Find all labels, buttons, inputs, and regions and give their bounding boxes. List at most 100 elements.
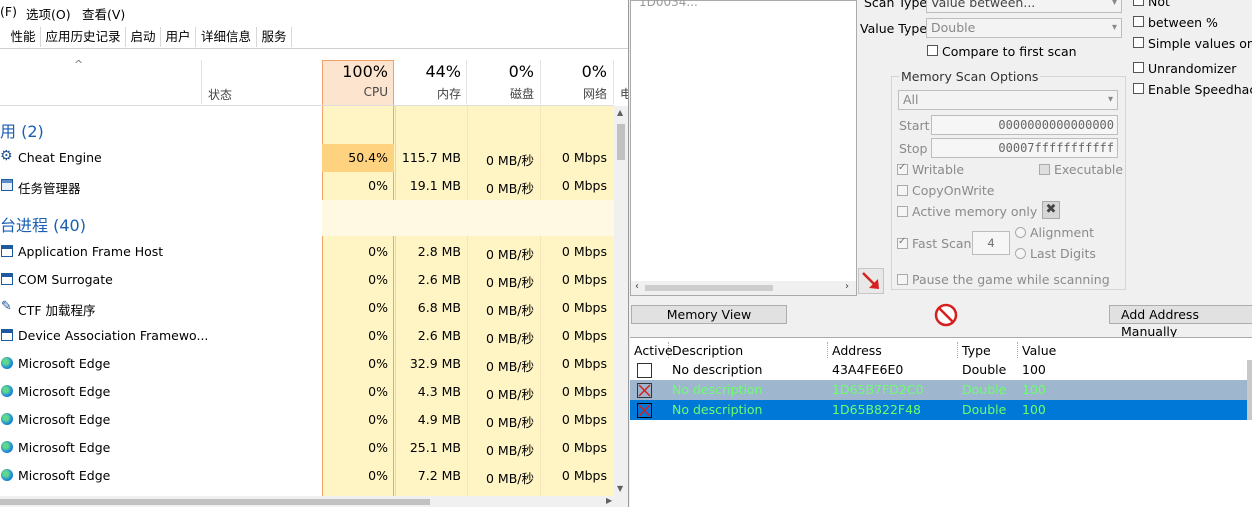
edge-icon [1,385,13,397]
tab-app-history[interactable]: 应用历史记录 [41,27,126,47]
table-row[interactable]: Device Association Framewo... 0% 2.6 MB … [0,322,614,350]
active-checkbox[interactable] [637,363,652,378]
table-row[interactable]: Microsoft Edge 0% 32.9 MB 0 MB/秒 0 Mbps [0,350,614,378]
frozen-x-icon [638,404,651,417]
menu-options[interactable]: 选项(O) [26,4,71,23]
sort-arrow-icon[interactable]: ^ [74,58,83,71]
fast-scan-checkbox[interactable] [897,236,908,249]
taskmgr-icon [1,179,13,191]
scan-type-select[interactable]: Value between... ▾ [926,0,1122,13]
table-row[interactable]: Application Frame Host 0% 2.8 MB 0 MB/秒 … [0,238,614,266]
tab-performance[interactable]: 性能 [6,27,41,47]
col-disk-pct[interactable]: 0% [468,62,534,81]
scroll-thumb[interactable] [617,124,625,160]
active-checkbox[interactable] [637,383,652,398]
alignment-radio[interactable] [1015,227,1026,238]
table-row[interactable]: No description 1D65B7FD2C0 Double 100 [630,380,1248,400]
table-row[interactable]: ⚙ Cheat Engine 50.4% 115.7 MB 0 MB/秒 0 M… [0,144,614,172]
tab-services[interactable]: 服务 [257,27,292,47]
table-row[interactable]: COM Surrogate 0% 2.6 MB 0 MB/秒 0 Mbps [0,266,614,294]
active-checkbox[interactable] [637,403,652,418]
menu-file[interactable]: (F) [0,4,17,19]
table-row[interactable]: Microsoft Edge 0% 4.9 MB 0 MB/秒 0 Mbps [0,406,614,434]
chevron-down-icon: ▾ [1111,22,1117,33]
writable-checkbox[interactable] [897,162,908,175]
table-row[interactable]: ✎ CTF 加载程序 0% 6.8 MB 0 MB/秒 0 Mbps [0,294,614,322]
table-row[interactable]: Microsoft Edge 0% 25.1 MB 0 MB/秒 0 Mbps [0,434,614,462]
col-address[interactable]: Address [832,343,882,358]
col-disk-label[interactable]: 磁盘 [468,85,534,102]
col-active[interactable]: Active [634,343,673,358]
pause-game-checkbox[interactable] [897,274,908,285]
col-memory-label[interactable]: 内存 [396,85,461,102]
delete-icon[interactable] [934,303,958,327]
col-value[interactable]: Value [1022,343,1056,358]
compare-first-checkbox[interactable] [927,45,938,56]
group-apps[interactable]: 用 (2) [0,118,44,142]
add-address-button[interactable]: Add Address Manually [1109,305,1252,339]
col-cpu-label: CPU [363,85,388,99]
stop-address-input[interactable]: 00007fffffffffff [931,138,1118,158]
scroll-right-icon[interactable]: ▶ [606,496,612,505]
group-background[interactable]: 台进程 (40) [0,212,86,236]
col-memory-pct[interactable]: 44% [396,62,461,81]
col-cpu-pct: 100% [342,62,388,81]
list-hscroll-thumb[interactable] [645,285,773,291]
scroll-right-icon[interactable]: › [845,281,849,292]
fast-scan-label: Fast Scan [912,236,972,251]
copyonwrite-label: CopyOnWrite [912,183,995,198]
add-to-list-button[interactable] [858,268,884,294]
close-icon[interactable]: ✖ [1042,201,1060,219]
tab-strip: 性能 应用历史记录 启动 用户 详细信息 服务 [0,27,628,49]
scroll-up-icon[interactable]: ▲ [617,108,623,117]
hscroll-thumb[interactable] [0,499,430,505]
stop-label: Stop [899,141,928,156]
unrandomizer-checkbox[interactable] [1133,62,1144,73]
col-network-label[interactable]: 网络 [541,85,607,102]
col-power[interactable]: 电 [620,85,628,102]
window-icon [1,273,13,285]
active-memory-label: Active memory only [912,204,1038,219]
writable-label: Writable [912,162,965,177]
menu-view[interactable]: 查看(V) [82,4,125,23]
fast-scan-input[interactable]: 4 [972,231,1010,255]
list-hscrollbar[interactable]: ‹ › [631,281,856,295]
value-type-select[interactable]: Double ▾ [926,18,1122,38]
table-row[interactable]: No description 1D65B822F48 Double 100 [630,400,1248,420]
region-select[interactable]: All ▾ [898,90,1118,110]
table-scrollbar[interactable] [1247,360,1252,420]
last-digits-label: Last Digits [1030,246,1096,261]
horizontal-scrollbar[interactable]: ▶ [0,496,628,507]
col-status[interactable]: 状态 [208,86,232,103]
table-row[interactable]: Microsoft Edge 0% 7.2 MB 0 MB/秒 0 Mbps [0,462,614,490]
between-pct-checkbox[interactable] [1133,16,1144,27]
start-address-input[interactable]: 0000000000000000 [931,115,1118,135]
speedhack-checkbox[interactable] [1133,83,1144,94]
simple-values-checkbox[interactable] [1133,37,1144,48]
table-row[interactable]: Microsoft Edge 0% 4.3 MB 0 MB/秒 0 Mbps [0,378,614,406]
col-network-pct[interactable]: 0% [541,62,607,81]
list-item[interactable]: 1D0034... [639,0,698,9]
address-table[interactable]: Active Description Address Type Value No… [630,337,1252,507]
col-type[interactable]: Type [962,343,991,358]
not-checkbox[interactable] [1133,0,1144,6]
active-memory-checkbox[interactable] [897,206,908,217]
executable-checkbox[interactable] [1039,164,1050,175]
tab-users[interactable]: 用户 [161,27,196,47]
scroll-down-icon[interactable]: ▼ [617,484,623,493]
table-row[interactable]: 任务管理器 0% 19.1 MB 0 MB/秒 0 Mbps [0,172,614,200]
memory-scan-options-title: Memory Scan Options [899,69,1041,84]
vertical-scrollbar[interactable]: ▲ ▼ [614,106,628,496]
not-label: Not [1148,0,1170,9]
memory-view-button[interactable]: Memory View [631,305,787,324]
scroll-left-icon[interactable]: ‹ [635,281,639,292]
copyonwrite-checkbox[interactable] [897,185,908,196]
scan-type-label: Scan Type [864,0,928,10]
last-digits-radio[interactable] [1015,248,1026,259]
tab-details[interactable]: 详细信息 [196,27,257,47]
found-address-list[interactable]: 1D0034... ‹ › [630,0,857,296]
executable-label: Executable [1054,162,1124,177]
col-description[interactable]: Description [672,343,743,358]
table-row[interactable]: No description 43A4FE6E0 Double 100 [630,360,1248,380]
tab-startup[interactable]: 启动 [126,27,161,47]
